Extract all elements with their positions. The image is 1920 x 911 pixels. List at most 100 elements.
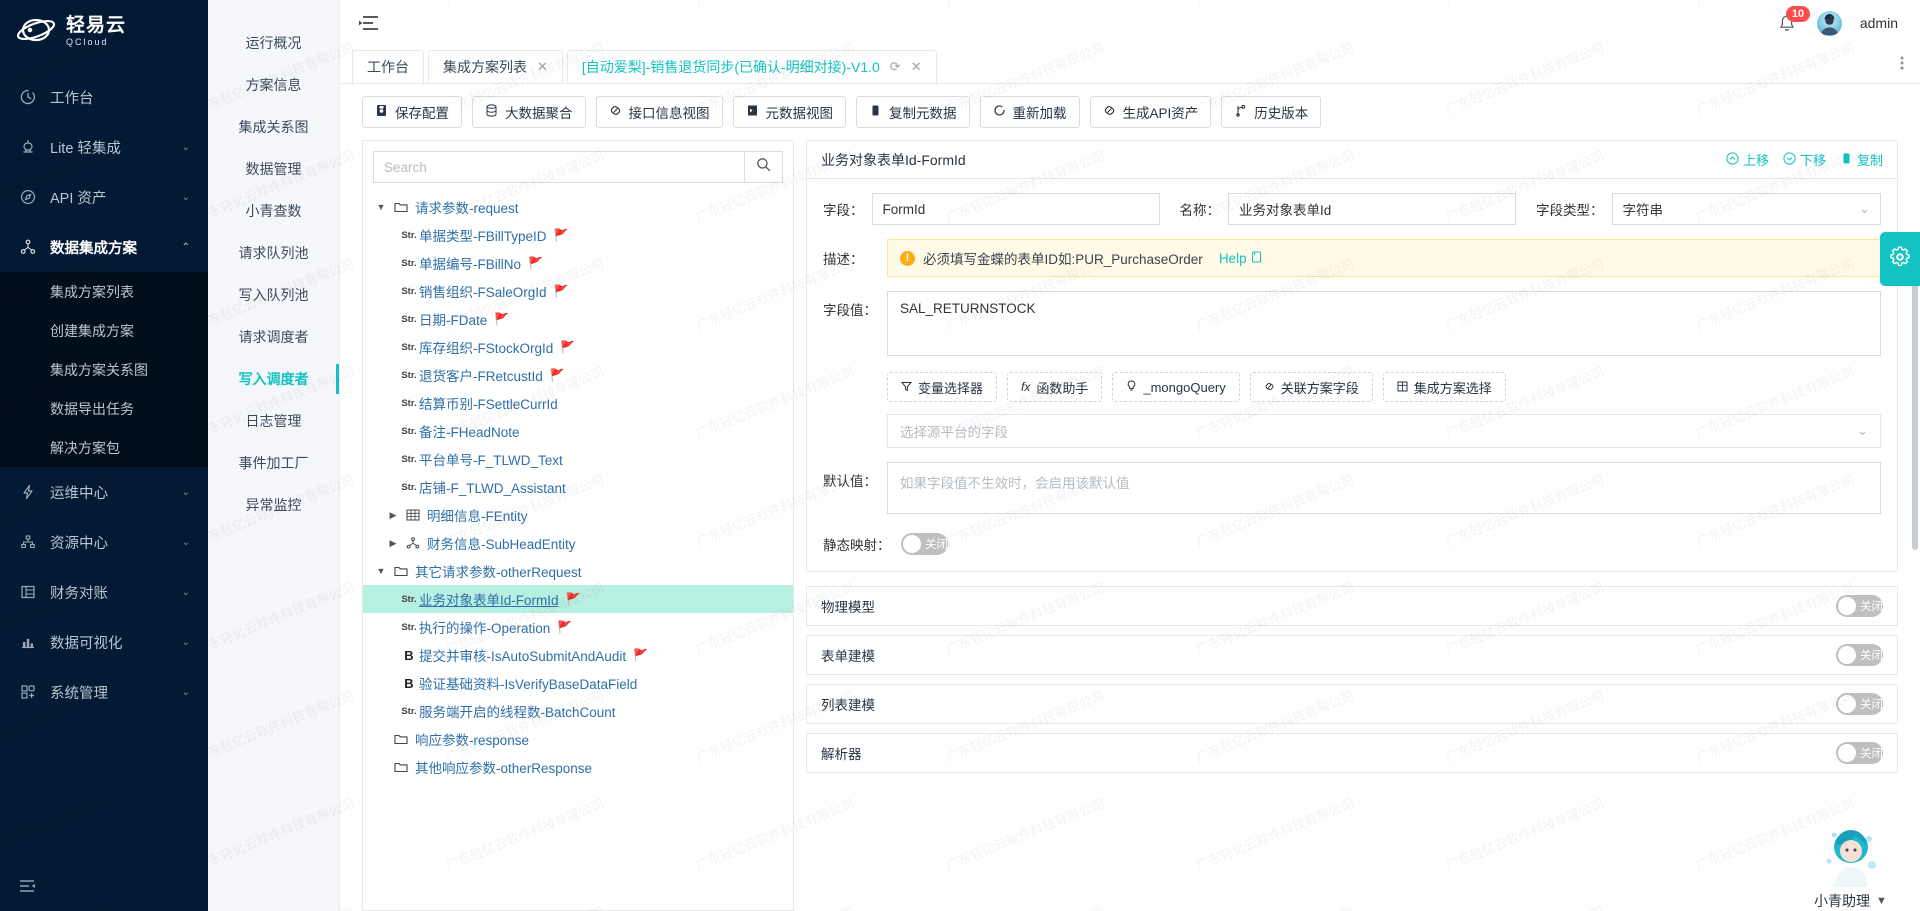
- chevron-right-icon[interactable]: ▶: [383, 510, 403, 521]
- section-list-modeling[interactable]: 列表建模 关闭: [806, 684, 1898, 724]
- tab-active-scheme[interactable]: [自动爱梨]-销售退货同步(已确认-明细对接)-V1.0 ⟳ ✕: [566, 50, 937, 83]
- notification-bell[interactable]: 10: [1777, 6, 1811, 35]
- sidebar-subitem-export-task[interactable]: 数据导出任务: [0, 389, 208, 428]
- tab-workbench[interactable]: 工作台: [352, 50, 424, 83]
- chevron-right-icon[interactable]: ▶: [383, 538, 403, 549]
- tree-node-fbilltypeid[interactable]: Str. 单据类型-FBillTypeID 🚩: [363, 221, 793, 249]
- parser-toggle[interactable]: 关闭: [1836, 742, 1883, 764]
- tree-node-request[interactable]: ▼ 请求参数-request: [363, 193, 793, 221]
- settings-fab-button[interactable]: [1880, 232, 1920, 286]
- tree-node-fretcustid[interactable]: Str. 退货客户-FRetcustId 🚩: [363, 361, 793, 389]
- static-mapping-toggle[interactable]: 关闭: [901, 533, 948, 555]
- tree-node-otherrequest[interactable]: ▼ 其它请求参数-otherRequest: [363, 557, 793, 585]
- sidebar-subitem-create-scheme[interactable]: 创建集成方案: [0, 311, 208, 350]
- scheme-item-write-queue[interactable]: 写入队列池: [208, 274, 339, 316]
- sidebar-item-finance[interactable]: 财务对账 ⌄: [0, 567, 208, 617]
- scheme-item-exception-monitor[interactable]: 异常监控: [208, 484, 339, 526]
- tree-node-f-tlwd-text[interactable]: Str. 平台单号-F_TLWD_Text: [363, 445, 793, 473]
- sidebar-item-system[interactable]: 系统管理 ⌄: [0, 667, 208, 717]
- form-modeling-toggle[interactable]: 关闭: [1836, 644, 1883, 666]
- copy-field-button[interactable]: 复制: [1840, 150, 1883, 169]
- tree-node-fentity[interactable]: ▶ 明细信息-FEntity: [363, 501, 793, 529]
- sidebar-item-resource-center[interactable]: 资源中心 ⌄: [0, 517, 208, 567]
- user-avatar[interactable]: [1816, 10, 1842, 36]
- section-form-modeling[interactable]: 表单建模 关闭: [806, 635, 1898, 675]
- scheme-item-info[interactable]: 方案信息: [208, 64, 339, 106]
- field-name-input[interactable]: [1228, 193, 1516, 225]
- menu-collapse-icon[interactable]: [358, 14, 380, 32]
- reload-button[interactable]: 重新加载: [979, 96, 1080, 128]
- variable-selector-chip[interactable]: 变量选择器: [887, 372, 998, 402]
- scheme-item-overview[interactable]: 运行概况: [208, 22, 339, 64]
- brand-logo[interactable]: 轻易云 QCloud: [0, 0, 208, 62]
- history-version-button[interactable]: 历史版本: [1221, 96, 1322, 128]
- sidebar-collapse-button[interactable]: [0, 865, 208, 911]
- close-icon[interactable]: ✕: [537, 59, 548, 75]
- tree-node-otherresponse[interactable]: 其他响应参数-otherResponse: [363, 753, 793, 781]
- tree-node-fbillno[interactable]: Str. 单据编号-FBillNo 🚩: [363, 249, 793, 277]
- tree-node-isverifybasedatafield[interactable]: B 验证基础资料-IsVerifyBaseDataField: [363, 669, 793, 697]
- scheme-item-log-manage[interactable]: 日志管理: [208, 400, 339, 442]
- sidebar-subitem-scheme-list[interactable]: 集成方案列表: [0, 272, 208, 311]
- assistant-name-row[interactable]: 小青助理 ▼: [1793, 891, 1908, 911]
- scheme-item-write-scheduler[interactable]: 写入调度者: [208, 358, 339, 400]
- generate-api-asset-button[interactable]: 生成API资产: [1089, 96, 1212, 128]
- metadata-view-button[interactable]: 元数据视图: [732, 96, 846, 128]
- tree-node-isautosubmitandaudit[interactable]: B 提交并审核-IsAutoSubmitAndAudit 🚩: [363, 641, 793, 669]
- tree-node-response[interactable]: 响应参数-response: [363, 725, 793, 753]
- interface-info-view-button[interactable]: 接口信息视图: [595, 96, 723, 128]
- scheme-item-relation-graph[interactable]: 集成关系图: [208, 106, 339, 148]
- save-config-button[interactable]: 保存配置: [362, 96, 462, 128]
- more-vertical-icon[interactable]: [1900, 55, 1920, 75]
- tree-node-fdate[interactable]: Str. 日期-FDate 🚩: [363, 305, 793, 333]
- field-value-textarea[interactable]: [887, 291, 1881, 356]
- tree-node-fheadnote[interactable]: Str. 备注-FHeadNote: [363, 417, 793, 445]
- refresh-icon[interactable]: ⟳: [890, 59, 901, 75]
- close-icon[interactable]: ✕: [911, 59, 922, 75]
- help-link[interactable]: Help: [1219, 251, 1262, 266]
- vertical-scrollbar[interactable]: [1912, 250, 1918, 550]
- scheme-item-data-manage[interactable]: 数据管理: [208, 148, 339, 190]
- sidebar-item-data-integration[interactable]: 数据集成方案 ⌃: [0, 222, 208, 272]
- function-helper-chip[interactable]: fx 函数助手: [1007, 372, 1103, 402]
- move-up-button[interactable]: 上移: [1726, 150, 1769, 169]
- tree-node-batchcount[interactable]: Str. 服务端开启的线程数-BatchCount: [363, 697, 793, 725]
- search-input-wrapper[interactable]: [373, 151, 745, 183]
- assistant-widget[interactable]: 小青助理 ▼: [1793, 817, 1908, 911]
- tree-node-fsettlecurrid[interactable]: Str. 结算币别-FSettleCurrId: [363, 389, 793, 417]
- tab-scheme-list[interactable]: 集成方案列表 ✕: [428, 50, 563, 83]
- tree-node-fstockorgid[interactable]: Str. 库存组织-FStockOrgId 🚩: [363, 333, 793, 361]
- sidebar-item-workbench[interactable]: 工作台: [0, 72, 208, 122]
- field-code-input[interactable]: [871, 193, 1160, 225]
- chevron-down-icon[interactable]: ▼: [371, 566, 391, 576]
- scheme-item-xiaoqing-query[interactable]: 小青查数: [208, 190, 339, 232]
- source-field-select[interactable]: 选择源平台的字段 ⌄: [887, 414, 1881, 448]
- section-parser[interactable]: 解析器 关闭: [806, 733, 1898, 773]
- chevron-down-icon[interactable]: ▼: [371, 202, 391, 212]
- move-down-button[interactable]: 下移: [1783, 150, 1826, 169]
- physical-model-toggle[interactable]: 关闭: [1836, 595, 1883, 617]
- tree-node-operation[interactable]: Str. 执行的操作-Operation 🚩: [363, 613, 793, 641]
- mongo-query-chip[interactable]: _mongoQuery: [1112, 372, 1240, 402]
- tree-node-formid[interactable]: Str. 业务对象表单Id-FormId 🚩: [363, 585, 793, 613]
- integration-scheme-select-chip[interactable]: 集成方案选择: [1382, 372, 1506, 402]
- default-value-textarea[interactable]: [887, 462, 1881, 514]
- tree-node-subheadentity[interactable]: ▶ 财务信息-SubHeadEntity: [363, 529, 793, 557]
- tree-node-f-tlwd-assistant[interactable]: Str. 店铺-F_TLWD_Assistant: [363, 473, 793, 501]
- bigdata-aggregate-button[interactable]: 大数据聚合: [472, 96, 586, 128]
- copy-metadata-button[interactable]: 复制元数据: [856, 96, 970, 128]
- sidebar-subitem-scheme-graph[interactable]: 集成方案关系图: [0, 350, 208, 389]
- section-physical-model[interactable]: 物理模型 关闭: [806, 586, 1898, 626]
- search-input[interactable]: [384, 159, 734, 175]
- scheme-item-request-scheduler[interactable]: 请求调度者: [208, 316, 339, 358]
- scheme-item-request-queue[interactable]: 请求队列池: [208, 232, 339, 274]
- scheme-item-event-factory[interactable]: 事件加工厂: [208, 442, 339, 484]
- list-modeling-toggle[interactable]: 关闭: [1836, 693, 1883, 715]
- field-type-select[interactable]: 字符串 ⌄: [1611, 193, 1881, 225]
- sidebar-item-ops-center[interactable]: 运维中心 ⌄: [0, 467, 208, 517]
- search-button[interactable]: [745, 151, 783, 183]
- sidebar-subitem-solution-pack[interactable]: 解决方案包: [0, 428, 208, 467]
- sidebar-item-api[interactable]: API 资产 ⌄: [0, 172, 208, 222]
- tree-node-fsaleorgid[interactable]: Str. 销售组织-FSaleOrgId 🚩: [363, 277, 793, 305]
- related-scheme-field-chip[interactable]: 关联方案字段: [1249, 372, 1373, 402]
